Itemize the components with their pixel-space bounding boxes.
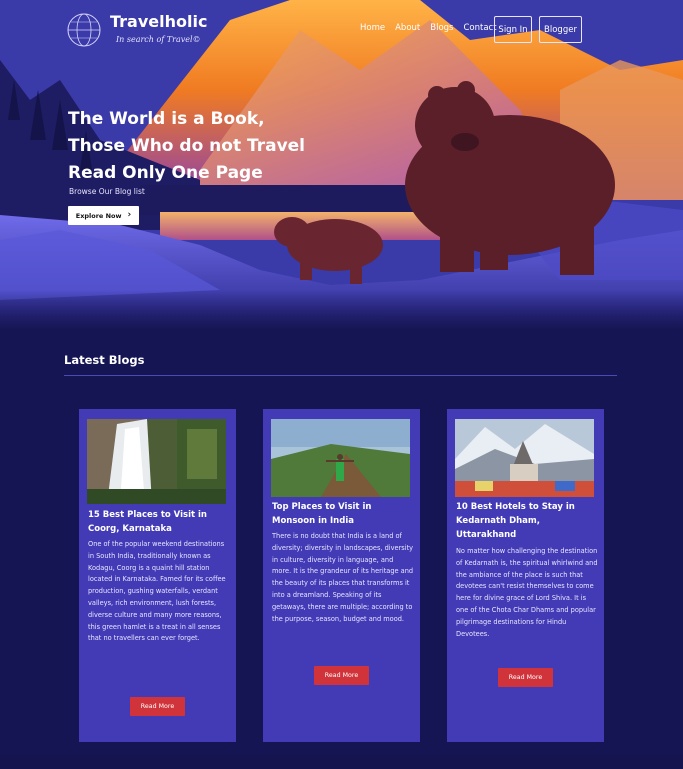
waterfall-photo[interactable] — [87, 419, 226, 504]
blog-card: 15 Best Places to Visit in Coorg, Karnat… — [79, 409, 236, 742]
globe-icon — [67, 13, 101, 47]
kedarnath-temple-photo[interactable] — [455, 419, 594, 497]
nav-blogs[interactable]: Blogs — [430, 23, 453, 33]
main-nav: Home About Blogs Contact — [360, 23, 497, 33]
chevron-right-icon: › — [127, 210, 132, 220]
latest-blogs-title: Latest Blogs — [64, 353, 145, 367]
card-excerpt: One of the popular weekend destinations … — [88, 540, 226, 643]
brand-logo[interactable]: Travelholic In search of Travel© — [66, 10, 216, 50]
footer-band — [0, 755, 683, 769]
brand-name: Travelholic — [110, 12, 208, 31]
card-excerpt: No matter how challenging the destinatio… — [456, 547, 598, 638]
card-title[interactable]: Top Places to Visit in Monsoon in India — [272, 500, 412, 528]
read-more-button[interactable]: Read More — [498, 668, 553, 687]
explore-now-button[interactable]: Explore Now › — [68, 206, 139, 225]
hero-subline: Browse Our Blog list — [69, 187, 145, 196]
hero-banner: Travelholic In search of Travel© Home Ab… — [0, 0, 683, 330]
monsoon-hill-photo[interactable] — [271, 419, 410, 497]
card-title[interactable]: 10 Best Hotels to Stay in Kedarnath Dham… — [456, 500, 596, 542]
blogger-button[interactable]: Blogger — [539, 16, 582, 43]
blog-card: 10 Best Hotels to Stay in Kedarnath Dham… — [447, 409, 604, 742]
sign-in-button[interactable]: Sign In — [494, 16, 532, 43]
brand-tagline: In search of Travel© — [116, 35, 201, 44]
read-more-button[interactable]: Read More — [130, 697, 185, 716]
nav-about[interactable]: About — [395, 23, 420, 33]
read-more-button[interactable]: Read More — [314, 666, 369, 685]
blog-card: Top Places to Visit in Monsoon in India … — [263, 409, 420, 742]
headline-line-1: The World is a Book, — [68, 109, 265, 129]
section-divider — [64, 375, 617, 376]
explore-label: Explore Now — [75, 211, 122, 220]
nav-home[interactable]: Home — [360, 23, 385, 33]
headline-line-2: Those Who do not Travel — [68, 136, 306, 156]
hero-headline: The World is a Book, Those Who do not Tr… — [68, 106, 308, 187]
card-title[interactable]: 15 Best Places to Visit in Coorg, Karnat… — [88, 508, 228, 536]
headline-line-3: Read Only One Page — [68, 163, 263, 183]
hero-fade — [0, 290, 683, 330]
nav-contact[interactable]: Contact — [463, 23, 496, 33]
card-excerpt: There is no doubt that India is a land o… — [272, 532, 414, 623]
